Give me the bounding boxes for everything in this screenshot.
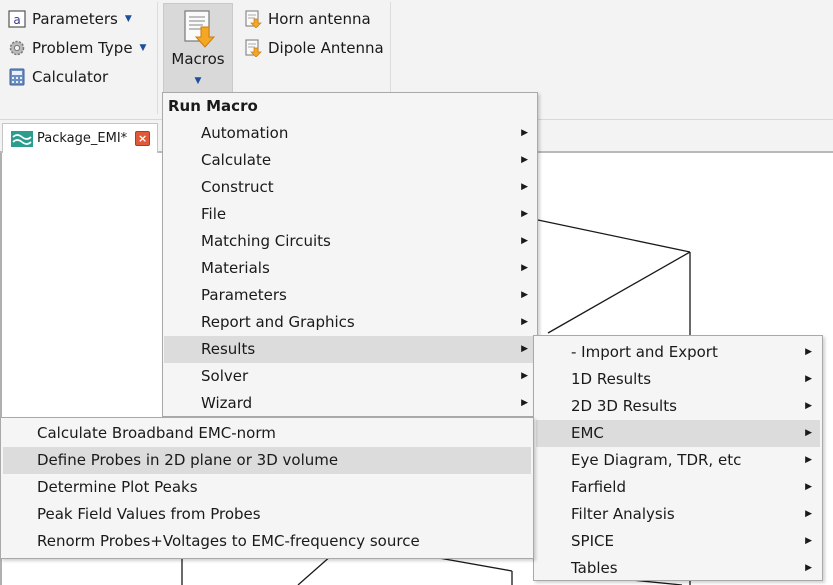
menu-item-determine-plot-peaks[interactable]: Determine Plot Peaks — [3, 474, 531, 501]
results-submenu: - Import and Export ▶ 1D Results ▶ 2D 3D R… — [533, 335, 823, 581]
ribbon-separator — [157, 2, 158, 114]
run-macro-menu: Run Macro Automation ▶ Calculate ▶ Constru… — [162, 92, 538, 417]
menu-item-2d-3d-results[interactable]: 2D 3D Results ▶ — [536, 393, 820, 420]
menu-item-solver[interactable]: Solver ▶ — [164, 363, 536, 390]
macros-button[interactable]: Macros ▼ — [163, 3, 233, 93]
dipole-antenna-macro[interactable]: Dipole Antenna — [244, 36, 384, 60]
horn-antenna-label: Horn antenna — [268, 10, 371, 28]
chevron-right-icon: ▶ — [521, 344, 528, 354]
emc-submenu: Calculate Broadband EMC-norm Define Prob… — [0, 417, 534, 559]
chevron-right-icon: ▶ — [805, 347, 812, 357]
chevron-right-icon: ▶ — [521, 182, 528, 192]
menu-item-define-probes[interactable]: Define Probes in 2D plane or 3D volume — [3, 447, 531, 474]
menu-item-parameters[interactable]: Parameters ▶ — [164, 282, 536, 309]
close-icon[interactable]: × — [135, 131, 151, 146]
menu-item-materials[interactable]: Materials ▶ — [164, 255, 536, 282]
calculator-label: Calculator — [32, 68, 109, 86]
svg-text:a: a — [13, 13, 20, 27]
chevron-right-icon: ▶ — [521, 128, 528, 138]
gear-icon — [8, 39, 26, 57]
menu-item-import-export[interactable]: - Import and Export ▶ — [536, 339, 820, 366]
horn-antenna-macro[interactable]: Horn antenna — [244, 7, 371, 31]
macros-label: Macros — [171, 50, 225, 68]
menu-item-peak-field-values[interactable]: Peak Field Values from Probes — [3, 501, 531, 528]
menu-item-tables[interactable]: Tables ▶ — [536, 555, 820, 582]
chevron-right-icon: ▶ — [521, 263, 528, 273]
chevron-down-icon: ▼ — [139, 43, 147, 53]
menu-item-results[interactable]: Results ▶ — [164, 336, 536, 363]
menu-item-1d-results[interactable]: 1D Results ▶ — [536, 366, 820, 393]
chevron-right-icon: ▶ — [805, 563, 812, 573]
run-macro-title: Run Macro — [168, 97, 258, 115]
chevron-down-icon: ▼ — [194, 76, 202, 86]
menu-item-eye-diagram[interactable]: Eye Diagram, TDR, etc ▶ — [536, 447, 820, 474]
menu-item-construct[interactable]: Construct ▶ — [164, 174, 536, 201]
chevron-right-icon: ▶ — [521, 290, 528, 300]
calculator-icon — [8, 68, 26, 86]
parameters-icon: a — [8, 10, 26, 28]
chevron-right-icon: ▶ — [521, 209, 528, 219]
project-icon — [11, 130, 33, 147]
chevron-down-icon: ▼ — [124, 14, 132, 24]
dipole-antenna-label: Dipole Antenna — [268, 39, 384, 57]
chevron-right-icon: ▶ — [805, 536, 812, 546]
menu-item-matching-circuits[interactable]: Matching Circuits ▶ — [164, 228, 536, 255]
chevron-right-icon: ▶ — [805, 428, 812, 438]
menu-item-farfield[interactable]: Farfield ▶ — [536, 474, 820, 501]
menu-item-calculate-broadband-emc-norm[interactable]: Calculate Broadband EMC-norm — [3, 420, 531, 447]
menu-item-spice[interactable]: SPICE ▶ — [536, 528, 820, 555]
menu-item-calculate[interactable]: Calculate ▶ — [164, 147, 536, 174]
chevron-right-icon: ▶ — [805, 455, 812, 465]
chevron-right-icon: ▶ — [805, 401, 812, 411]
menu-item-automation[interactable]: Automation ▶ — [164, 120, 536, 147]
chevron-right-icon: ▶ — [521, 317, 528, 327]
menu-item-report-and-graphics[interactable]: Report and Graphics ▶ — [164, 309, 536, 336]
macro-script-icon — [181, 9, 217, 49]
macro-script-icon — [244, 10, 262, 28]
parameters-label: Parameters — [32, 10, 118, 28]
tab-package-emi[interactable]: Package_EMI* × — [2, 123, 158, 153]
menu-item-renorm-probes[interactable]: Renorm Probes+Voltages to EMC-frequency … — [3, 528, 531, 555]
chevron-right-icon: ▶ — [805, 509, 812, 519]
chevron-right-icon: ▶ — [805, 374, 812, 384]
chevron-right-icon: ▶ — [521, 236, 528, 246]
chevron-right-icon: ▶ — [521, 371, 528, 381]
problem-type-label: Problem Type — [32, 39, 133, 57]
menu-item-file[interactable]: File ▶ — [164, 201, 536, 228]
tab-label: Package_EMI* — [37, 131, 128, 146]
macro-script-icon — [244, 39, 262, 57]
chevron-right-icon: ▶ — [521, 155, 528, 165]
menu-item-wizard[interactable]: Wizard ▶ — [164, 390, 536, 417]
menu-item-filter-analysis[interactable]: Filter Analysis ▶ — [536, 501, 820, 528]
calculator-button[interactable]: Calculator — [8, 65, 108, 89]
menu-item-emc[interactable]: EMC ▶ — [536, 420, 820, 447]
parameters-button[interactable]: a Parameters ▼ — [8, 7, 132, 31]
chevron-right-icon: ▶ — [805, 482, 812, 492]
chevron-right-icon: ▶ — [521, 398, 528, 408]
problem-type-button[interactable]: Problem Type ▼ — [8, 36, 146, 60]
